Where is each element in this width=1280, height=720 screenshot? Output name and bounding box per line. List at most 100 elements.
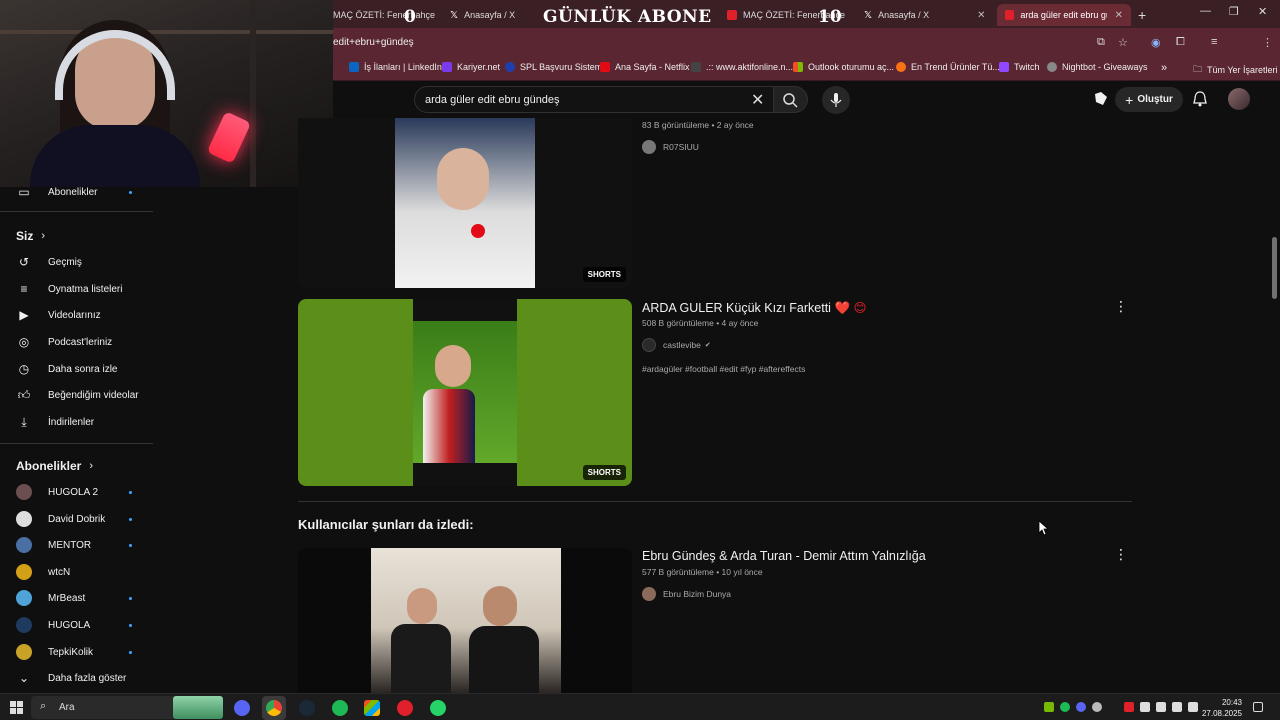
new-content-dot [129,517,132,521]
bookmark-star-icon[interactable]: ☆ [1118,36,1128,49]
bookmark-nightbot[interactable]: Nightbot - Giveaways [1047,62,1148,72]
voice-search-button[interactable] [822,86,850,114]
microphone-tray-icon[interactable] [1172,702,1182,712]
chrome-icon[interactable] [266,700,282,716]
video-meta: 508 B görüntüleme • 4 ay önce [642,318,759,328]
video-title[interactable]: Ebru Gündeş & Arda Turan - Demir Attım Y… [642,549,926,563]
sidebar-channel[interactable]: TepkiKolik [0,640,155,664]
nightbot-icon [1047,62,1057,72]
channel-link[interactable]: castlevibe ✔ [642,338,711,352]
channel-link[interactable]: Ebru Bizim Dunya [642,587,731,601]
network-icon[interactable] [1140,702,1150,712]
extension-icon[interactable]: ◉ [1151,36,1161,49]
close-icon[interactable]: ✕ [1115,10,1123,21]
sidebar-you-header[interactable]: Siz › [16,229,45,243]
sidebar-channel[interactable]: wtcN [0,560,155,584]
more-actions-icon[interactable]: ⋮ [1114,298,1128,315]
menu-kebab-icon[interactable]: ⋮ [1262,36,1273,49]
window-close-button[interactable]: ✕ [1258,5,1267,18]
notification-center-icon[interactable] [1253,702,1263,712]
display-icon[interactable] [1188,702,1198,712]
volume-icon[interactable] [1156,702,1166,712]
sidebar-channel[interactable]: MrBeast [0,586,155,610]
sidebar-item-downloads[interactable]: ⤓ İndirilenler [0,410,155,434]
discord-tray-icon[interactable] [1076,702,1086,712]
sidebar-item-playlists[interactable]: ≡ Oynatma listeleri [0,277,155,301]
new-content-dot [129,596,132,600]
search-button[interactable] [774,86,808,113]
page-scrollbar[interactable] [1270,82,1280,692]
channel-avatar [16,537,32,553]
video-thumbnail[interactable] [298,548,632,693]
cast-icon[interactable] [1093,91,1109,112]
thumbnail-image [371,548,561,693]
sidebar-show-more[interactable]: ⌄ Daha fazla göster [0,666,155,690]
new-tab-button[interactable]: + [1138,4,1146,26]
scrollbar-thumb[interactable] [1272,237,1277,299]
obs-icon[interactable] [397,700,413,716]
close-icon[interactable]: ✕ [977,10,985,21]
sidebar-channel[interactable]: MENTOR [0,533,155,557]
tab-anasayfa-x-2[interactable]: 𝕏 Anasayfa / X ✕ [864,4,994,26]
search-highlight-image [173,696,223,719]
notifications-bell-icon[interactable] [1192,90,1208,113]
channel-avatar [16,511,32,527]
windows-start-icon[interactable] [10,701,23,714]
sidebar-subscriptions-header[interactable]: Abonelikler › [16,459,93,473]
video-title[interactable]: ARDA GULER Küçük Kızı Farketti ❤️ 😊 [642,300,867,316]
sidebar-channel[interactable]: HUGOLA [0,613,155,637]
thumbnail-image [413,321,517,463]
spotify-tray-icon[interactable] [1060,702,1070,712]
sidebar-item-liked[interactable]: 👍︎ Beğendiğim videolar [0,383,155,407]
windows-taskbar: ⌕ Ara 20:43 27.08.2025 [0,693,1280,720]
steam-tray-icon[interactable] [1092,702,1102,712]
bookmark-kariyer[interactable]: Kariyer.net [442,62,500,72]
steam-icon[interactable] [299,700,315,716]
account-avatar[interactable] [1228,88,1250,110]
clear-search-icon[interactable]: ✕ [751,90,764,110]
sidebar-item-podcasts[interactable]: ◎ Podcast'leriniz [0,330,155,354]
bookmarks-overflow-button[interactable]: » [1161,62,1167,74]
sidebar-item-your-videos[interactable]: ▶ Videolarınız [0,303,155,327]
bookmark-aktifonline[interactable]: .:: www.aktifonline.n... [691,62,793,72]
microsoft-store-icon[interactable] [364,700,380,716]
chevron-down-icon: ⌄ [18,671,30,685]
bookmark-twitch[interactable]: Twitch [999,62,1040,72]
sidebar-channel[interactable]: HUGOLA 2 [0,480,155,504]
whatsapp-icon[interactable] [430,700,446,716]
bookmark-outlook[interactable]: Outlook oturumu aç... [793,62,894,72]
taskbar-search[interactable]: ⌕ Ara [31,696,223,719]
bookmark-spl[interactable]: SPL Başvuru Sistemi [505,62,604,72]
bookmark-trend[interactable]: En Trend Ürünler Tü... [896,62,1000,72]
sidebar-item-history[interactable]: ↺ Geçmiş [0,250,155,274]
sidebar-item-watch-later[interactable]: ◷ Daha sonra izle [0,357,155,381]
spotify-icon[interactable] [332,700,348,716]
install-app-icon[interactable]: ⧉ [1097,36,1105,49]
channel-link[interactable]: R07SIUU [642,140,699,154]
bookmark-linkedin[interactable]: İş İlanları | LinkedIn [349,62,442,72]
tab-mac-ozeti-1[interactable]: MAÇ ÖZETİ: Fenerbahçe✕ [333,4,443,26]
record-tray-icon[interactable] [1124,702,1134,712]
sidebar-channel[interactable]: David Dobrik [0,507,155,531]
bookmark-netflix[interactable]: Ana Sayfa - Netflix [600,62,690,72]
search-input[interactable]: arda güler edit ebru gündeş ✕ [414,86,774,113]
video-thumbnail[interactable]: SHORTS [298,118,632,288]
all-bookmarks-button[interactable]: 🗀 Tüm Yer İşaretleri [1193,62,1278,78]
minimize-button[interactable]: — [1200,5,1211,17]
taskbar-clock[interactable]: 20:43 27.08.2025 [1200,697,1242,719]
puzzle-icon[interactable]: ⧠ [1176,36,1185,49]
your-videos-icon: ▶ [19,308,29,322]
sidebar-item-subscriptions[interactable]: ▭ Abonelikler [0,180,155,204]
nvidia-icon[interactable] [1044,702,1054,712]
video-thumbnail[interactable]: SHORTS [298,299,632,486]
more-actions-icon[interactable]: ⋮ [1114,546,1128,563]
video-hashtags[interactable]: #ardagüler #football #edit #fyp #afteref… [642,364,805,374]
restore-button[interactable]: ❐ [1229,5,1239,18]
video-meta: 83 B görüntüleme • 2 ay önce [642,120,754,130]
discord-icon[interactable] [234,700,250,716]
trendyol-icon [896,62,906,72]
create-button[interactable]: + Oluştur [1115,87,1183,112]
tab-youtube-search[interactable]: arda güler edit ebru günd✕ [997,4,1131,26]
url-field[interactable]: edit+ebru+gündeş [333,37,414,48]
tab-search-icon[interactable]: ≡ [1211,36,1217,48]
